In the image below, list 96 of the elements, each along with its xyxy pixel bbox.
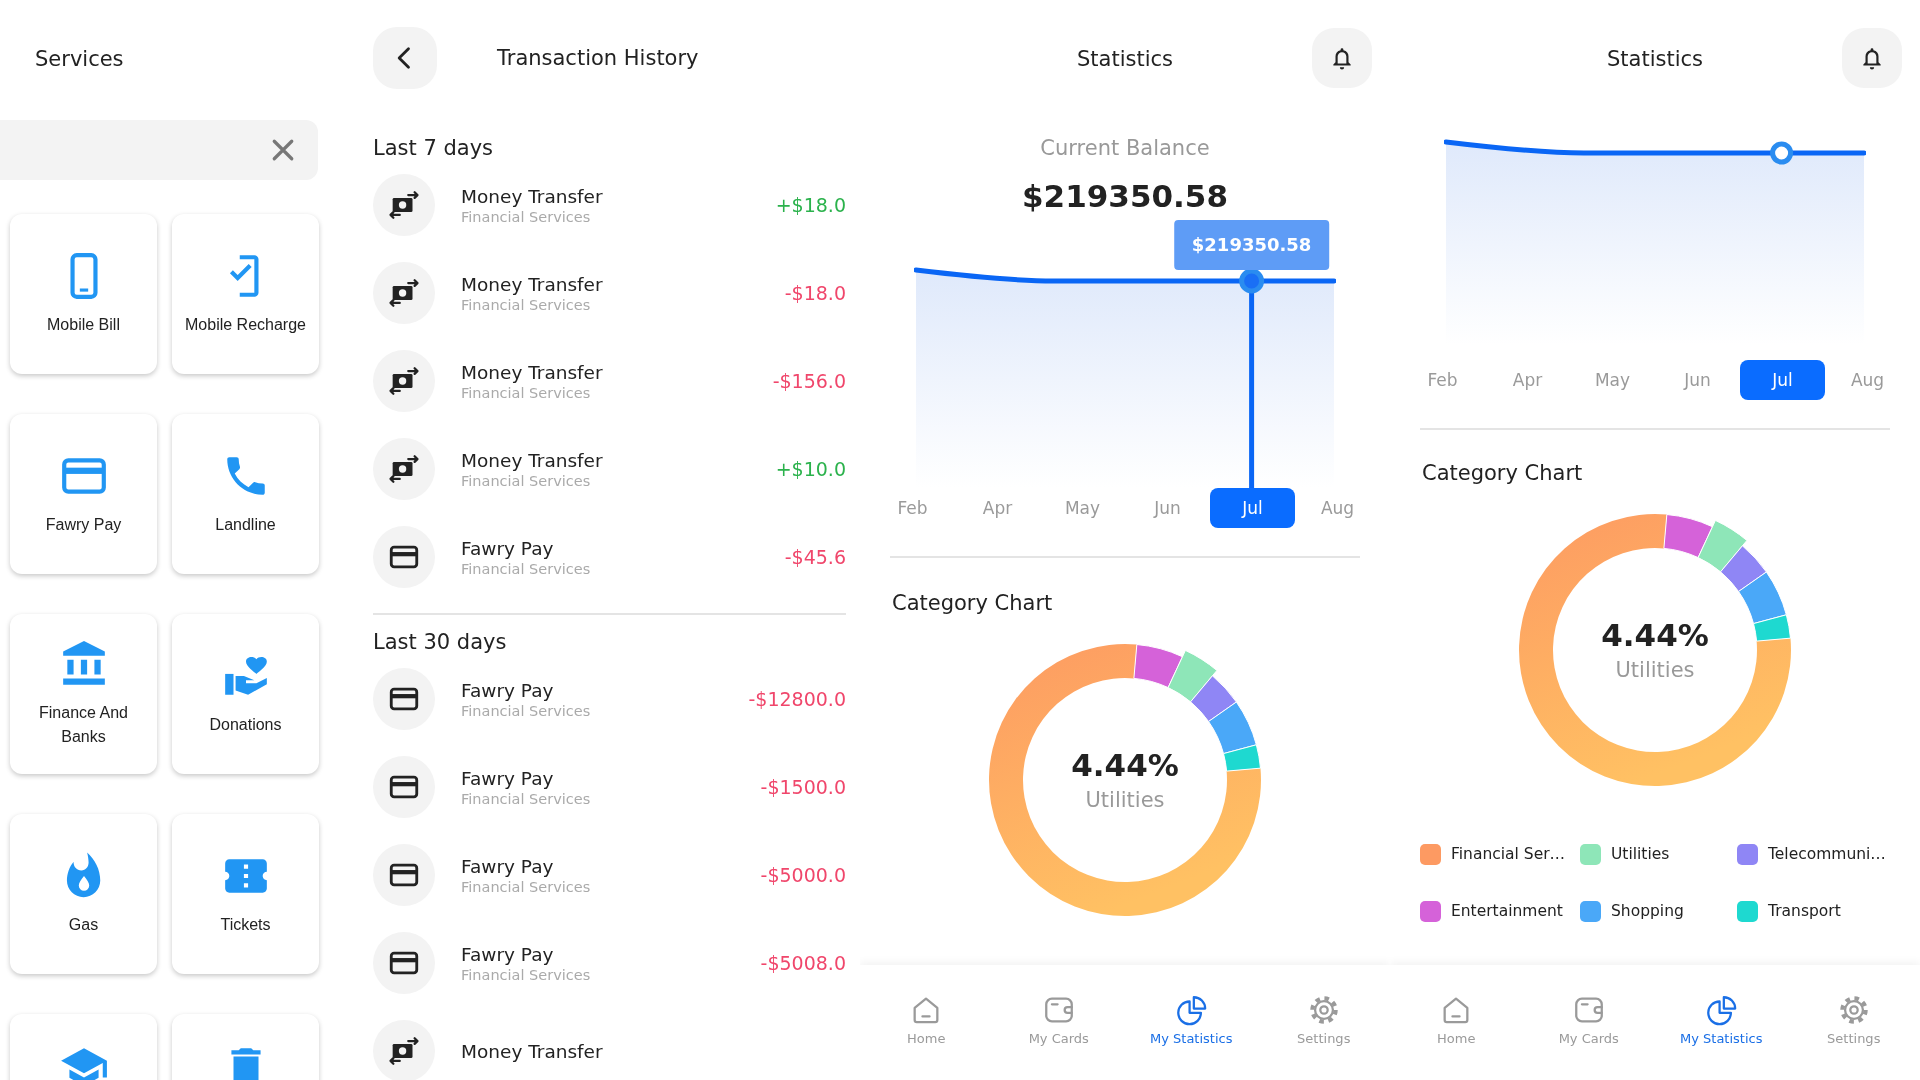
service-label: Gas bbox=[67, 915, 100, 935]
banknote-arrows-icon bbox=[387, 276, 421, 310]
transaction-amount: -$12800.0 bbox=[748, 688, 846, 710]
service-label: Finance And Banks bbox=[38, 703, 129, 747]
back-button[interactable] bbox=[373, 27, 437, 89]
pie-chart-icon bbox=[1704, 993, 1739, 1027]
screen-title: Transaction History bbox=[497, 46, 699, 70]
legend-label: Telecommuni… bbox=[1768, 845, 1886, 863]
transaction-category: Financial Services bbox=[461, 296, 592, 313]
balance-label: Current Balance bbox=[1040, 135, 1210, 162]
service-card[interactable]: Fawry Pay bbox=[10, 414, 157, 574]
legend-label: Transport bbox=[1768, 902, 1841, 920]
month-tab[interactable]: Jun bbox=[1125, 488, 1210, 528]
month-tab[interactable]: Aug bbox=[1825, 360, 1910, 400]
transaction-title: Money Transfer bbox=[461, 273, 604, 295]
transaction-amount: -$156.0 bbox=[772, 370, 846, 392]
banknote-arrows-icon bbox=[387, 1034, 421, 1068]
transaction-amount: -$45.6 bbox=[784, 546, 846, 568]
nav-tab[interactable]: My Statistics bbox=[1655, 965, 1788, 1080]
nav-tab[interactable]: My Cards bbox=[1522, 965, 1655, 1080]
service-card[interactable]: Gas bbox=[10, 814, 157, 974]
month-tab[interactable]: Aug bbox=[1295, 488, 1380, 528]
balance-amount: $219350.58 bbox=[1022, 177, 1228, 216]
month-tab[interactable]: Feb bbox=[870, 488, 955, 528]
section-title: Last 30 days bbox=[373, 629, 508, 656]
legend-label: Financial Ser… bbox=[1451, 845, 1566, 863]
month-tab[interactable]: Jul bbox=[1740, 360, 1825, 400]
transaction-amount: -$18.0 bbox=[784, 282, 846, 304]
service-card[interactable]: Donations bbox=[172, 614, 319, 774]
section-title: Last 7 days bbox=[373, 135, 495, 162]
transaction-amount: -$5000.0 bbox=[760, 864, 846, 886]
nav-tab[interactable]: Settings bbox=[1257, 965, 1390, 1080]
section-title: Category Chart bbox=[1422, 460, 1583, 487]
transaction-title: Money Transfer bbox=[461, 449, 604, 471]
section-title: Category Chart bbox=[892, 590, 1053, 617]
service-label: Tickets bbox=[219, 915, 272, 935]
month-tab[interactable]: May bbox=[1570, 360, 1655, 400]
service-card[interactable]: Landline bbox=[172, 414, 319, 574]
legend-label: Utilities bbox=[1611, 845, 1670, 863]
service-card[interactable]: Mobile Recharge bbox=[172, 214, 319, 374]
nav-tab[interactable]: My Cards bbox=[992, 965, 1125, 1080]
category-label: Utilities bbox=[1085, 787, 1165, 814]
service-card[interactable]: Mobile Bill bbox=[10, 214, 157, 374]
transaction-title: Money Transfer bbox=[461, 361, 604, 383]
nav-tab[interactable]: Settings bbox=[1787, 965, 1920, 1080]
screen-title: Statistics bbox=[1607, 46, 1703, 71]
screen-title: Services bbox=[34, 46, 125, 73]
transaction-category: Financial Services bbox=[461, 384, 592, 401]
service-label: Fawry Pay bbox=[44, 515, 123, 535]
transaction-title: Money Transfer bbox=[461, 1040, 604, 1062]
service-label: Mobile Bill bbox=[46, 315, 121, 335]
banknote-arrows-icon bbox=[387, 452, 421, 486]
transaction-title: Fawry Pay bbox=[461, 767, 555, 789]
month-tab[interactable]: Feb bbox=[1400, 360, 1485, 400]
transaction-category: Financial Services bbox=[461, 966, 592, 983]
transaction-category: Financial Services bbox=[461, 702, 592, 719]
transaction-title: Fawry Pay bbox=[461, 537, 555, 559]
transaction-category: Financial Services bbox=[461, 208, 592, 225]
transaction-amount: +$10.0 bbox=[775, 458, 846, 480]
month-tab[interactable]: Apr bbox=[955, 488, 1040, 528]
service-card[interactable]: Tickets bbox=[172, 814, 319, 974]
transaction-title: Money Transfer bbox=[461, 185, 604, 207]
search-field[interactable] bbox=[0, 120, 318, 180]
pie-chart-icon bbox=[1174, 993, 1209, 1027]
transaction-category: Financial Services bbox=[461, 790, 592, 807]
transaction-category: Financial Services bbox=[461, 472, 592, 489]
transaction-amount: -$5008.0 bbox=[760, 952, 846, 974]
percentage-value: 4.44% bbox=[1601, 616, 1709, 655]
transaction-title: Fawry Pay bbox=[461, 679, 555, 701]
nav-tab[interactable]: My Statistics bbox=[1125, 965, 1258, 1080]
transaction-category: Financial Services bbox=[461, 878, 592, 895]
nav-tab[interactable]: Home bbox=[1390, 965, 1523, 1080]
screen-title: Statistics bbox=[1077, 46, 1173, 71]
transaction-title: Fawry Pay bbox=[461, 855, 555, 877]
legend-label: Shopping bbox=[1611, 902, 1684, 920]
banknote-arrows-icon bbox=[387, 364, 421, 398]
transaction-amount: +$18.0 bbox=[775, 194, 846, 216]
banknote-arrows-icon bbox=[387, 188, 421, 222]
service-card[interactable]: Finance And Banks bbox=[10, 614, 157, 774]
legend-label: Entertainment bbox=[1451, 902, 1563, 920]
transaction-amount: -$1500.0 bbox=[760, 776, 846, 798]
service-label: Landline bbox=[214, 515, 277, 535]
month-tab[interactable]: Jul bbox=[1210, 488, 1295, 528]
transaction-category: Financial Services bbox=[461, 560, 592, 577]
nav-tab[interactable]: Home bbox=[860, 965, 993, 1080]
month-tab[interactable]: Jun bbox=[1655, 360, 1740, 400]
chart-tooltip: $219350.58 bbox=[1173, 220, 1330, 270]
transaction-title: Fawry Pay bbox=[461, 943, 555, 965]
category-label: Utilities bbox=[1615, 657, 1695, 684]
percentage-value: 4.44% bbox=[1071, 746, 1179, 785]
month-tab[interactable]: Apr bbox=[1485, 360, 1570, 400]
service-label: Mobile Recharge bbox=[184, 315, 307, 335]
month-tab[interactable]: May bbox=[1040, 488, 1125, 528]
notifications-button[interactable] bbox=[1312, 28, 1372, 88]
notifications-button[interactable] bbox=[1842, 28, 1902, 88]
service-label: Donations bbox=[208, 715, 283, 735]
